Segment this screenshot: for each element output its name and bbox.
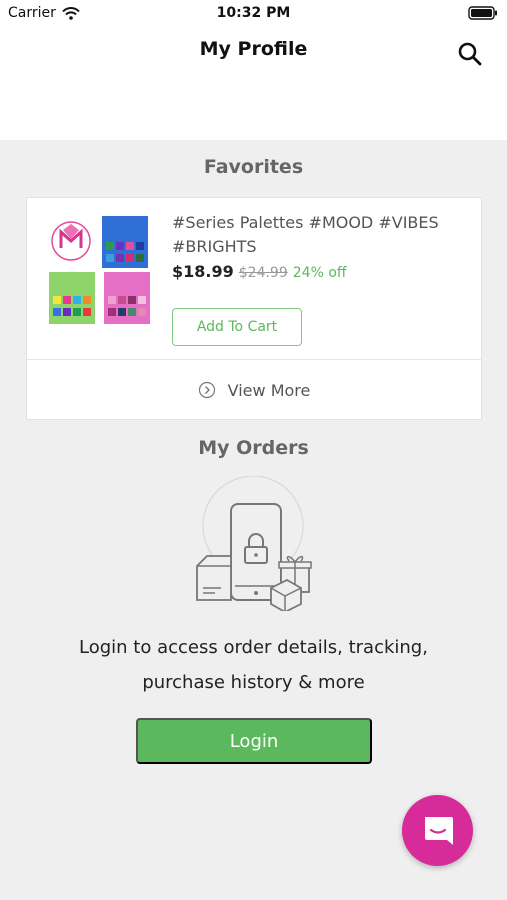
- page-title: My Profile: [199, 38, 308, 60]
- product-price: $18.99: [172, 262, 234, 281]
- login-message: Login to access order details, tracking,…: [30, 630, 477, 700]
- battery-icon: [468, 6, 497, 20]
- price-line: $18.99 $24.99 24% off: [172, 262, 347, 281]
- status-time: 10:32 PM: [216, 5, 291, 21]
- product-image[interactable]: [49, 214, 151, 326]
- locked-phone-illustration-icon: [196, 476, 312, 611]
- login-message-line-1: Login to access order details, tracking,: [79, 637, 428, 658]
- navigation-bar: My Profile: [0, 28, 507, 140]
- chat-button[interactable]: [402, 795, 473, 866]
- product-original-price: $24.99: [238, 265, 288, 281]
- view-more-button[interactable]: View More: [27, 360, 481, 420]
- product-discount: 24% off: [292, 265, 347, 281]
- favorite-product-card: #Series Palettes #MOOD #VIBES #BRIGHTS $…: [26, 197, 482, 420]
- login-message-line-2: purchase history & more: [142, 672, 365, 693]
- status-bar: Carrier 10:32 PM: [0, 0, 507, 28]
- orders-heading: My Orders: [198, 437, 309, 459]
- chat-icon: [424, 816, 453, 845]
- add-to-cart-button[interactable]: Add To Cart: [172, 308, 302, 346]
- search-icon[interactable]: [456, 40, 484, 68]
- chevron-right-circle-icon: [198, 381, 215, 399]
- login-button[interactable]: Login: [136, 718, 372, 764]
- product-name[interactable]: #Series Palettes #MOOD #VIBES #BRIGHTS: [172, 211, 467, 259]
- view-more-label: View More: [227, 380, 311, 400]
- favorites-heading: Favorites: [203, 156, 304, 178]
